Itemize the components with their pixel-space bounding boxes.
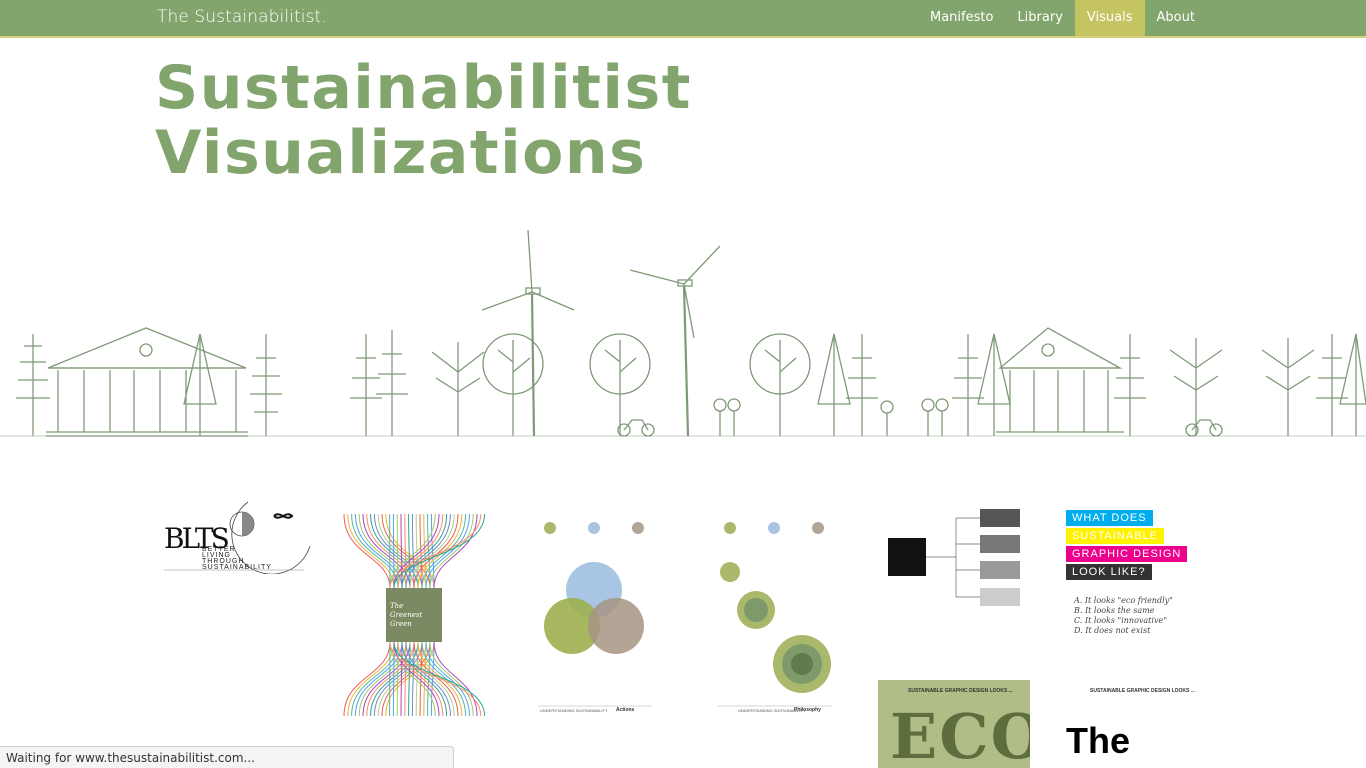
person-icon: [921, 398, 949, 436]
philosophy-artwork: [718, 522, 832, 707]
tree-icon: [1339, 333, 1366, 436]
tree-icon: [1261, 338, 1315, 436]
greenest-flow-line: [411, 641, 415, 717]
thumb-eco[interactable]: SUSTAINABLE GRAPHIC DESIGN LOOKS ... ECO: [878, 680, 1030, 768]
tree-icon: [1169, 338, 1223, 436]
browser-status-bar: Waiting for www.thesustainabilitist.com.…: [0, 746, 454, 768]
brand-link[interactable]: The Sustainabilitist.: [157, 7, 327, 27]
thumb-philosophy[interactable]: UNDERSTANDING SUSTAINABILITY Philosophy: [706, 510, 852, 720]
building-icon: [46, 327, 248, 437]
nav-item-library[interactable]: Library: [1005, 0, 1074, 36]
greenest-title-3: Green: [390, 620, 412, 628]
sgd-line-3: GRAPHIC DESIGN: [1066, 546, 1188, 562]
sgd-answer-c: C. It looks "innovative": [1074, 616, 1167, 625]
thumb-flow-diagram[interactable]: [880, 504, 1030, 614]
sgd-line-2: SUSTAINABLE: [1066, 528, 1164, 544]
nav-menu: Manifesto Library Visuals About: [918, 0, 1207, 36]
tree-icon: [952, 334, 984, 436]
bicycle-icon: [1185, 419, 1223, 437]
tree-icon: [846, 334, 878, 436]
actions-caption-prefix: UNDERSTANDING SUSTAINABILITY: [540, 708, 608, 713]
the-same-header: SUSTAINABLE GRAPHIC DESIGN LOOKS ...: [1090, 688, 1195, 694]
sgd-line-4: LOOK LIKE?: [1066, 564, 1152, 580]
tree-icon: [250, 334, 282, 436]
eco-word: ECO: [890, 700, 1030, 768]
tree-icon: [817, 333, 851, 436]
navbar: The Sustainabilitist. Manifesto Library …: [0, 0, 1366, 38]
thumb-blts[interactable]: BLTS BETTER LIVING THROUGH SUSTAINABILIT…: [160, 498, 312, 574]
tree-icon: [376, 330, 408, 436]
tree-icon: [183, 333, 217, 436]
person-icon: [880, 400, 894, 436]
eco-header: SUSTAINABLE GRAPHIC DESIGN LOOKS ...: [908, 688, 1013, 694]
the-same-word: The: [1066, 720, 1131, 761]
greenest-title-2: Greenest: [390, 611, 423, 619]
wind-turbine-icon: [629, 245, 721, 437]
greenest-title-1: The: [390, 602, 404, 610]
blts-tagline-4: SUSTAINABILITY: [202, 564, 272, 571]
thumb-the-same[interactable]: SUSTAINABLE GRAPHIC DESIGN LOOKS ... The: [1062, 686, 1214, 768]
greenest-flow-line: [408, 513, 411, 589]
nav-item-manifesto[interactable]: Manifesto: [918, 0, 1005, 36]
thumb-actions[interactable]: UNDERSTANDING SUSTAINABILITY Actions: [522, 510, 668, 720]
tree-icon: [1316, 334, 1348, 436]
nav-item-visuals[interactable]: Visuals: [1074, 0, 1145, 36]
greenest-flow-line: [408, 641, 411, 717]
greenest-flow-line: [400, 641, 403, 717]
tree-icon: [431, 342, 485, 436]
tree-icon: [1114, 334, 1146, 436]
actions-caption: Actions: [616, 707, 635, 713]
tree-icon: [350, 334, 382, 436]
greenest-flow-line: [404, 641, 407, 717]
page-title-line2: Visualizations: [155, 118, 647, 188]
building-icon: [996, 327, 1124, 433]
wind-turbine-icon: [481, 229, 575, 437]
bicycle-icon: [617, 419, 655, 437]
person-icon: [713, 398, 741, 436]
hero-illustration: [0, 229, 1366, 437]
tree-icon: [589, 333, 651, 436]
greenest-flow-line: [429, 641, 474, 717]
tree-icon: [977, 333, 1011, 436]
greenest-flow-line: [400, 513, 403, 589]
sgd-answer-b: B. It looks the same: [1074, 606, 1155, 615]
philosophy-caption: Philosophy: [794, 707, 821, 713]
page-title: Sustainabilitist Visualizations: [155, 56, 692, 186]
actions-artwork: [538, 522, 652, 707]
tree-icon: [749, 333, 811, 436]
thumb-greenest-green[interactable]: The Greenest Green: [340, 506, 490, 722]
sgd-line-1: WHAT DOES: [1066, 510, 1153, 526]
thumb-sgd-question[interactable]: WHAT DOES SUSTAINABLE GRAPHIC DESIGN LOO…: [1062, 508, 1214, 638]
page-title-line1: Sustainabilitist: [155, 53, 692, 123]
flow-diagram-artwork: [888, 509, 1020, 606]
sgd-answer-d: D. It does not exist: [1074, 626, 1151, 635]
nav-item-about[interactable]: About: [1145, 0, 1207, 36]
tree-icon: [16, 334, 50, 436]
sgd-answer-a: A. It looks "eco friendly": [1074, 596, 1173, 605]
